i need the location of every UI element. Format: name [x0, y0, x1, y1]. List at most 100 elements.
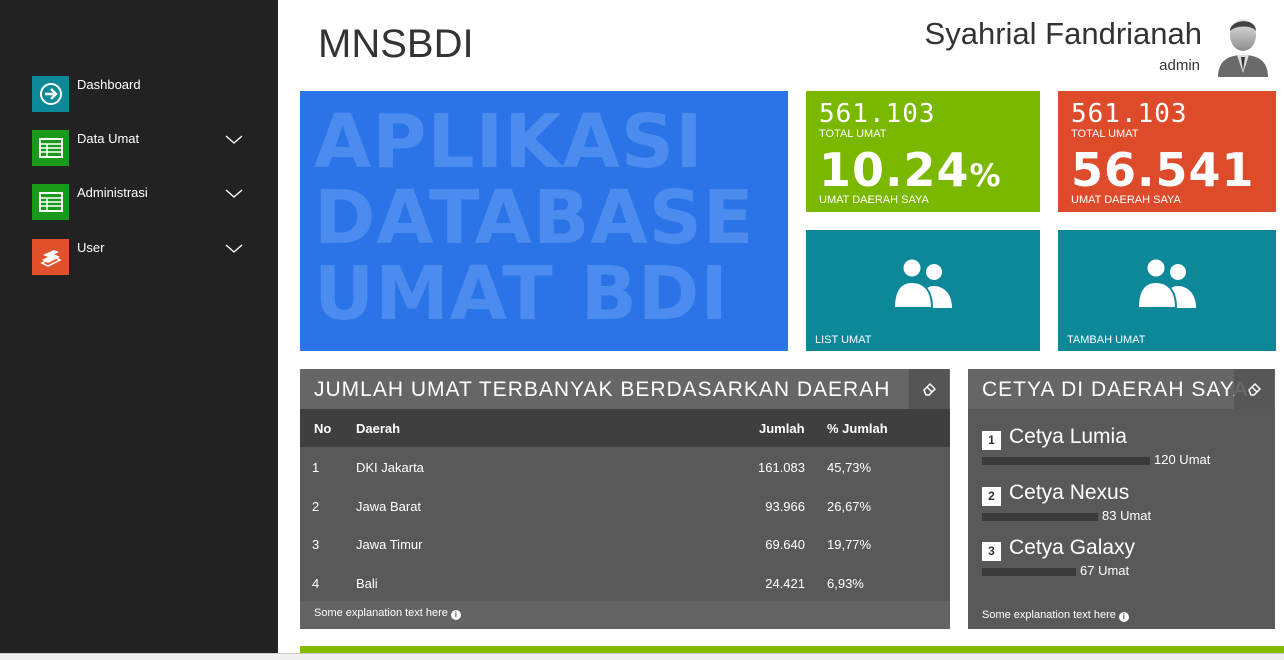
sidebar-item-label: Data Umat [77, 131, 140, 146]
cell-persen: 6,93% [827, 576, 864, 591]
sidebar-item-label: User [77, 240, 105, 255]
cell-daerah: Jawa Barat [356, 499, 422, 514]
sidebar-item-dashboard[interactable]: Dashboard [32, 76, 252, 116]
stat-total-value: 561.103 [819, 99, 936, 129]
info-icon[interactable]: i [1118, 612, 1129, 622]
action-label: LIST UMAT [815, 334, 872, 346]
footnote: Some explanation text here i [982, 609, 1129, 622]
stat-total-caption: TOTAL UMAT [1071, 128, 1139, 140]
arrow-circle-icon [32, 76, 69, 112]
cetya-name: Cetya Nexus [1009, 481, 1130, 504]
cell-persen: 26,67% [827, 499, 872, 514]
stat-bottom-caption: UMAT DAERAH SAYA [819, 194, 929, 206]
stat-big-value: 10.24% [819, 143, 1002, 197]
panel-header: CETYA DI DAERAH SAYA [968, 369, 1275, 409]
eraser-icon [1248, 382, 1262, 396]
stat-total-caption: TOTAL UMAT [819, 128, 887, 140]
app-title: MNSBDI [318, 22, 474, 66]
list-item[interactable]: 3 Cetya Galaxy 67 Umat [982, 536, 1262, 586]
footnote-text: Some explanation text here [982, 609, 1116, 621]
app-root: Dashboard Data Umat Administrasi User MN… [0, 0, 1284, 660]
stat-big-value: 56.541 [1071, 143, 1255, 197]
stat-big-number: 56.541 [1071, 143, 1255, 197]
list-item[interactable]: 1 Cetya Lumia 120 Umat [982, 425, 1262, 475]
user-role: admin [1159, 57, 1200, 74]
stat-big-number: 10.24 [819, 143, 970, 197]
users-icon [1136, 258, 1196, 309]
cetya-count: 83 Umat [1102, 508, 1152, 523]
hero-line: UMAT BDI [314, 251, 729, 337]
cell-no: 4 [312, 576, 320, 591]
user-name[interactable]: Syahrial Fandrianah [925, 16, 1202, 52]
stat-tile-percentage: 561.103 TOTAL UMAT 10.24% UMAT DAERAH SA… [806, 91, 1040, 212]
hero-banner: APLIKASI DATABASE UMAT BDI [300, 91, 788, 351]
cell-daerah: Bali [356, 576, 378, 591]
column-header[interactable]: Jumlah [759, 421, 805, 436]
cell-jumlah: 24.421 [765, 576, 805, 591]
cetya-count: 120 Umat [1154, 452, 1211, 467]
panel-toggle-button[interactable] [1234, 369, 1274, 409]
cell-no: 2 [312, 499, 320, 514]
list-item[interactable]: 2 Cetya Nexus 83 Umat [982, 481, 1262, 531]
books-icon [32, 239, 69, 275]
cell-persen: 19,77% [827, 537, 872, 552]
chevron-down-icon[interactable] [224, 241, 244, 255]
bottom-accent-bar [300, 646, 1284, 653]
sidebar-item-user[interactable]: User [32, 239, 252, 279]
cell-jumlah: 161.083 [758, 460, 805, 475]
info-icon[interactable]: i [450, 610, 461, 620]
panel-header: JUMLAH UMAT TERBANYAK BERDASARKAN DAERAH [300, 369, 950, 409]
cell-daerah: Jawa Timur [356, 537, 423, 552]
panel-footer: Some explanation text here i [300, 601, 950, 629]
region-panel: JUMLAH UMAT TERBANYAK BERDASARKAN DAERAH… [300, 369, 950, 629]
table-row[interactable]: 4 Bali 24.421 6,93% [300, 564, 950, 602]
cell-no: 1 [312, 460, 320, 475]
cetya-count: 67 Umat [1080, 563, 1130, 578]
footnote-text: Some explanation text here [314, 607, 448, 619]
table-row[interactable]: 2 Jawa Barat 93.966 26,67% [300, 487, 950, 525]
tambah-umat-tile[interactable]: TAMBAH UMAT [1058, 230, 1276, 351]
list-umat-tile[interactable]: LIST UMAT [806, 230, 1040, 351]
panel-title: CETYA DI DAERAH SAYA [982, 378, 1249, 401]
chevron-down-icon[interactable] [224, 132, 244, 146]
table-header: No Daerah Jumlah % Jumlah [300, 409, 950, 447]
footnote: Some explanation text here i [314, 607, 461, 620]
cell-persen: 45,73% [827, 460, 872, 475]
cetya-name: Cetya Lumia [1009, 425, 1127, 448]
panel-footer: Some explanation text here i [968, 601, 1275, 629]
hero-line: APLIKASI [314, 99, 704, 185]
hero-line: DATABASE [314, 175, 755, 261]
sidebar-item-label: Dashboard [77, 77, 141, 92]
rank-badge: 3 [982, 542, 1001, 561]
column-header[interactable]: % Jumlah [827, 421, 888, 436]
cetya-name: Cetya Galaxy [1009, 536, 1136, 559]
cetya-bar [982, 513, 1098, 521]
table-icon [32, 130, 69, 166]
cetya-panel: CETYA DI DAERAH SAYA 1 Cetya Lumia 120 U… [968, 369, 1275, 629]
table-row[interactable]: 1 DKI Jakarta 161.083 45,73% [300, 448, 950, 486]
rank-badge: 2 [982, 487, 1001, 506]
stat-total-value: 561.103 [1071, 99, 1188, 129]
column-header[interactable]: Daerah [356, 421, 400, 436]
stat-big-suffix: % [969, 158, 1002, 194]
cell-jumlah: 69.640 [765, 537, 805, 552]
sidebar-item-administrasi[interactable]: Administrasi [32, 184, 252, 224]
status-strip [0, 653, 1284, 660]
cell-daerah: DKI Jakarta [356, 460, 424, 475]
table-row[interactable]: 3 Jawa Timur 69.640 19,77% [300, 525, 950, 563]
stat-tile-count: 561.103 TOTAL UMAT 56.541 UMAT DAERAH SA… [1058, 91, 1276, 212]
cell-jumlah: 93.966 [765, 499, 805, 514]
cetya-bar [982, 457, 1150, 465]
avatar[interactable] [1214, 11, 1272, 77]
cetya-bar [982, 568, 1076, 576]
eraser-icon [923, 382, 937, 396]
users-icon [892, 258, 952, 309]
stat-bottom-caption: UMAT DAERAH SAYA [1071, 194, 1181, 206]
sidebar-item-data-umat[interactable]: Data Umat [32, 130, 252, 170]
cell-no: 3 [312, 537, 320, 552]
column-header[interactable]: No [314, 421, 331, 436]
panel-toggle-button[interactable] [909, 369, 949, 409]
panel-title: JUMLAH UMAT TERBANYAK BERDASARKAN DAERAH [314, 378, 891, 401]
table-icon [32, 184, 69, 220]
chevron-down-icon[interactable] [224, 186, 244, 200]
